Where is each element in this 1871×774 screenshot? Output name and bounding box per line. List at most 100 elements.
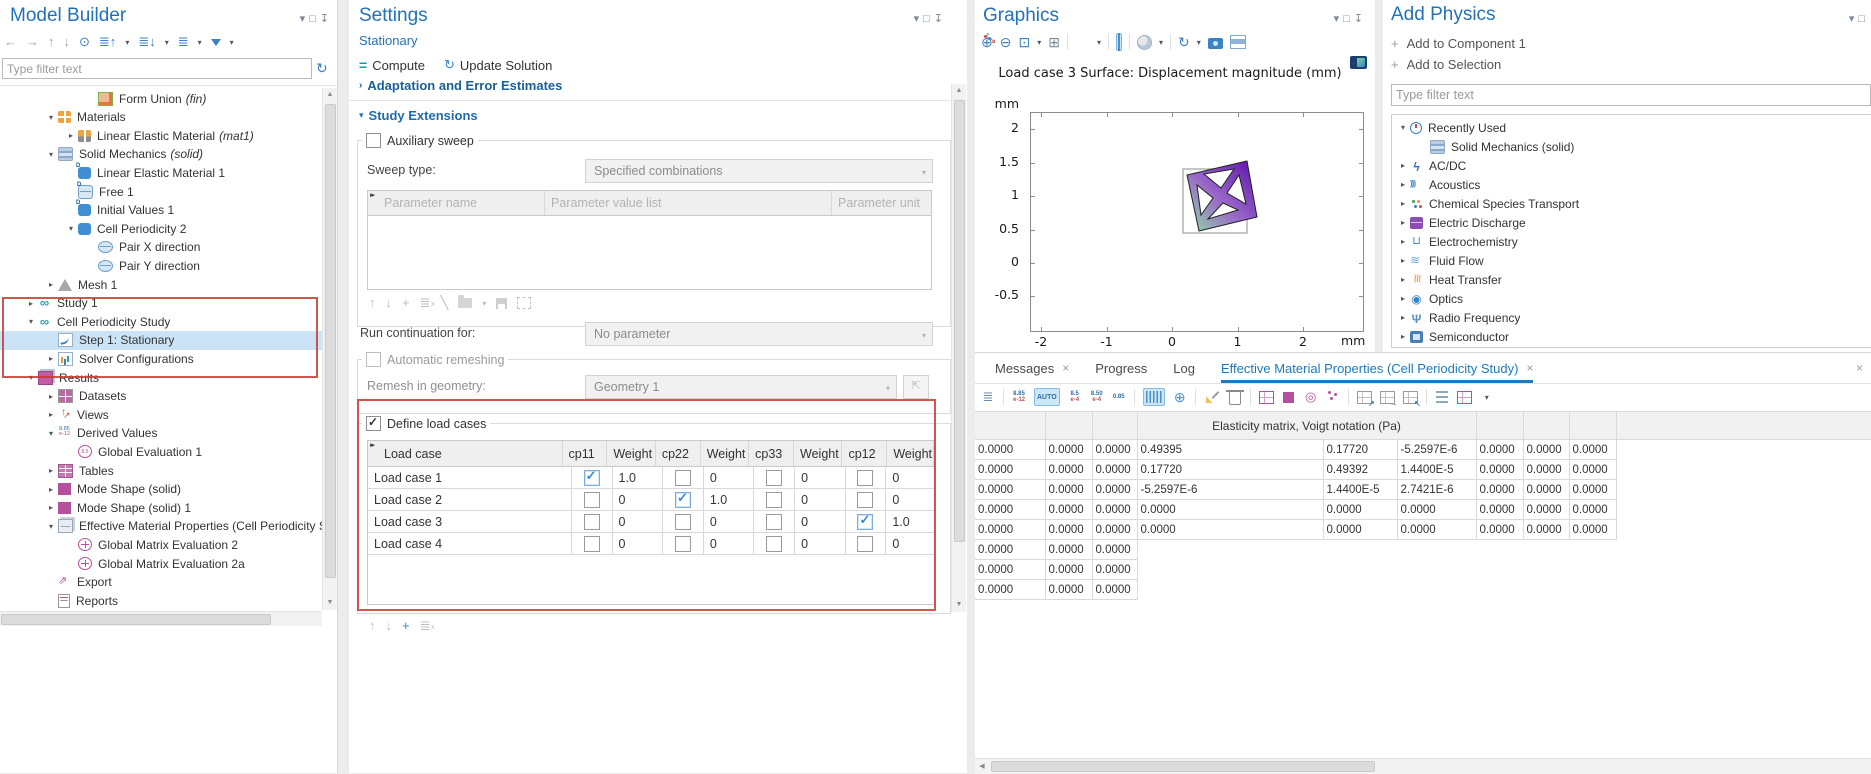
load-case-weight-cell[interactable]: 0 bbox=[704, 533, 755, 554]
checkbox-unchecked-icon[interactable] bbox=[766, 514, 782, 530]
load-case-weight-cell[interactable]: 1.0 bbox=[886, 511, 934, 532]
tree-item-semiconductor[interactable]: ▸Semiconductor bbox=[1392, 327, 1871, 346]
tree-item-global-matrix-evaluation-2[interactable]: Global Matrix Evaluation 2 bbox=[0, 535, 322, 554]
model-builder-window-controls[interactable]: ▾□↧ bbox=[300, 12, 333, 25]
matrix-cell[interactable]: 0.17720 bbox=[1323, 440, 1397, 460]
define-load-cases-checkbox[interactable] bbox=[366, 416, 381, 431]
row-settings-icon[interactable]: ≣ bbox=[981, 389, 995, 405]
load-case-name[interactable]: Load case 3 bbox=[368, 511, 572, 532]
load-case-checkbox-cell[interactable] bbox=[663, 511, 704, 532]
chevron-right-icon[interactable]: ▸ bbox=[44, 485, 58, 494]
load-case-weight-cell[interactable]: 0 bbox=[886, 489, 934, 510]
move-down-icon[interactable]: ↓ bbox=[386, 296, 393, 310]
matrix-cell[interactable] bbox=[1523, 560, 1569, 580]
tree-item-derived-values[interactable]: ▾Derived Values bbox=[0, 424, 322, 443]
copy-table-headers-icon[interactable]: ↖ bbox=[1403, 389, 1418, 405]
checkbox-unchecked-icon[interactable] bbox=[857, 470, 873, 486]
matrix-cell[interactable]: 0.0000 bbox=[975, 480, 1045, 500]
matrix-cell[interactable] bbox=[1137, 560, 1323, 580]
plot-area[interactable] bbox=[1030, 112, 1364, 332]
matrix-cell[interactable] bbox=[1323, 540, 1397, 560]
tree-item-recently-used[interactable]: ▾Recently Used bbox=[1392, 118, 1871, 137]
filter-caret[interactable]: ▾ bbox=[230, 38, 234, 47]
tree-item-solid-mechanics[interactable]: ▾Solid Mechanics(solid) bbox=[0, 145, 322, 164]
load-case-checkbox-cell[interactable] bbox=[663, 489, 704, 510]
move-down-icon[interactable]: ↓ bbox=[64, 35, 71, 49]
matrix-cell[interactable]: 0.0000 bbox=[1045, 440, 1092, 460]
matrix-row[interactable]: 0.00000.00000.0000 bbox=[975, 580, 1871, 600]
load-case-name[interactable]: Load case 2 bbox=[368, 489, 572, 510]
matrix-cell[interactable]: 0.0000 bbox=[1569, 500, 1616, 520]
matrix-row[interactable]: 0.00000.00000.0000-5.2597E-61.4400E-52.7… bbox=[975, 480, 1871, 500]
checkbox-checked-icon[interactable] bbox=[675, 492, 691, 508]
matrix-row[interactable]: 0.00000.00000.00000.177200.493921.4400E-… bbox=[975, 460, 1871, 480]
chevron-right-icon[interactable]: ▸ bbox=[1396, 161, 1410, 170]
tab-progress[interactable]: Progress bbox=[1095, 353, 1147, 383]
matrix-row[interactable]: 0.00000.00000.00000.00000.00000.00000.00… bbox=[975, 500, 1871, 520]
aux-sweep-parameter-table[interactable]: ▸▸ Parameter name Parameter value list P… bbox=[367, 190, 932, 290]
add-to-selection-button[interactable]: + Add to Selection bbox=[1391, 57, 1501, 72]
tree-item-materials[interactable]: ▾Materials bbox=[0, 108, 322, 127]
tab-effective-material-properties-cell-periodicity-study[interactable]: Effective Material Properties (Cell Peri… bbox=[1221, 353, 1533, 383]
matrix-cell[interactable]: 0.0000 bbox=[1569, 480, 1616, 500]
panel-close-icon[interactable]: × bbox=[1856, 361, 1863, 375]
tree-item-linear-elastic-material[interactable]: ▸Linear Elastic Material(mat1) bbox=[0, 126, 322, 145]
load-case-weight-cell[interactable]: 0 bbox=[613, 533, 664, 554]
chevron-down-icon[interactable]: ▾ bbox=[24, 317, 38, 326]
load-case-weight-cell[interactable]: 0 bbox=[795, 489, 846, 510]
chevron-down-icon[interactable]: ▾ bbox=[44, 522, 58, 531]
load-case-weight-cell[interactable]: 0 bbox=[795, 467, 846, 488]
tree-item-electrochemistry[interactable]: ▸Electrochemistry bbox=[1392, 232, 1871, 251]
run-continuation-select[interactable]: No parameter▾ bbox=[585, 322, 933, 346]
table-surface-icon[interactable] bbox=[1282, 389, 1296, 405]
matrix-cell[interactable]: -5.2597E-6 bbox=[1397, 440, 1476, 460]
matrix-cell[interactable]: 0.0000 bbox=[1523, 440, 1569, 460]
chevron-right-icon[interactable]: ▸ bbox=[1396, 199, 1410, 208]
delete-table-icon[interactable] bbox=[1229, 392, 1241, 405]
tree-item-mode-shape-solid-1[interactable]: ▸Mode Shape (solid) 1 bbox=[0, 498, 322, 517]
matrix-cell[interactable]: 0.0000 bbox=[1092, 520, 1137, 540]
precision-short-icon[interactable]: 8.5e-4 bbox=[1068, 389, 1082, 405]
load-file-caret[interactable]: ▾ bbox=[482, 299, 486, 308]
checkbox-unchecked-icon[interactable] bbox=[857, 536, 873, 552]
tree-item-linear-elastic-material-1[interactable]: Linear Elastic Material 1 bbox=[0, 163, 322, 182]
expand-tree-icon[interactable]: ≣↑ bbox=[99, 35, 116, 49]
range-icon[interactable] bbox=[517, 297, 531, 309]
tree-item-global-evaluation-1[interactable]: Global Evaluation 1 bbox=[0, 442, 322, 461]
update-solution-button[interactable]: Update Solution bbox=[460, 58, 553, 73]
sweep-type-select[interactable]: Specified combinations▾ bbox=[585, 159, 933, 183]
matrix-cell[interactable] bbox=[1569, 560, 1616, 580]
matrix-cell[interactable]: 1.4400E-5 bbox=[1397, 460, 1476, 480]
scene-color-icon[interactable] bbox=[1137, 35, 1152, 50]
move-up-icon[interactable]: ↑ bbox=[369, 619, 376, 633]
matrix-cell[interactable]: 0.0000 bbox=[1092, 580, 1137, 600]
matrix-cell[interactable]: 0.0000 bbox=[1476, 500, 1523, 520]
automatic-remeshing-checkbox[interactable] bbox=[366, 352, 381, 367]
scroll-up-icon[interactable]: ▲ bbox=[952, 84, 966, 98]
load-case-row[interactable]: Load case 40000 bbox=[368, 533, 934, 555]
load-case-row[interactable]: Load case 30001.0 bbox=[368, 511, 934, 533]
table-hscrollbar[interactable]: ◀ bbox=[975, 758, 1871, 774]
chevron-right-icon[interactable]: ▸ bbox=[1396, 294, 1410, 303]
copy-table-icon[interactable]: ↗ bbox=[1357, 389, 1372, 405]
print-icon[interactable] bbox=[1230, 35, 1246, 49]
matrix-cell[interactable]: 0.0000 bbox=[1523, 460, 1569, 480]
matrix-cell[interactable]: 0.0000 bbox=[1476, 480, 1523, 500]
matrix-row[interactable]: 0.00000.00000.00000.493950.17720-5.2597E… bbox=[975, 440, 1871, 460]
grid-toggle-icon[interactable] bbox=[1116, 33, 1122, 51]
checkbox-checked-icon[interactable] bbox=[584, 470, 600, 486]
full-precision-toggle[interactable] bbox=[1143, 388, 1165, 406]
load-case-checkbox-cell[interactable] bbox=[754, 489, 795, 510]
scroll-down-icon[interactable]: ▼ bbox=[323, 596, 337, 610]
scroll-thumb[interactable] bbox=[954, 100, 965, 542]
matrix-cell[interactable]: 0.0000 bbox=[1476, 440, 1523, 460]
matrix-cell[interactable]: 0.0000 bbox=[1045, 540, 1092, 560]
scroll-left-icon[interactable]: ◀ bbox=[975, 759, 989, 773]
matrix-row[interactable]: 0.00000.00000.00000.00000.00000.00000.00… bbox=[975, 520, 1871, 540]
tree-item-acoustics[interactable]: ▸Acoustics bbox=[1392, 175, 1871, 194]
matrix-cell[interactable]: 0.0000 bbox=[1092, 540, 1137, 560]
snapshot-camera-icon[interactable] bbox=[1208, 38, 1223, 49]
matrix-cell[interactable]: 0.0000 bbox=[1476, 520, 1523, 540]
table-scatter-icon[interactable] bbox=[1326, 389, 1340, 405]
chevron-right-icon[interactable]: ▸ bbox=[1396, 218, 1410, 227]
